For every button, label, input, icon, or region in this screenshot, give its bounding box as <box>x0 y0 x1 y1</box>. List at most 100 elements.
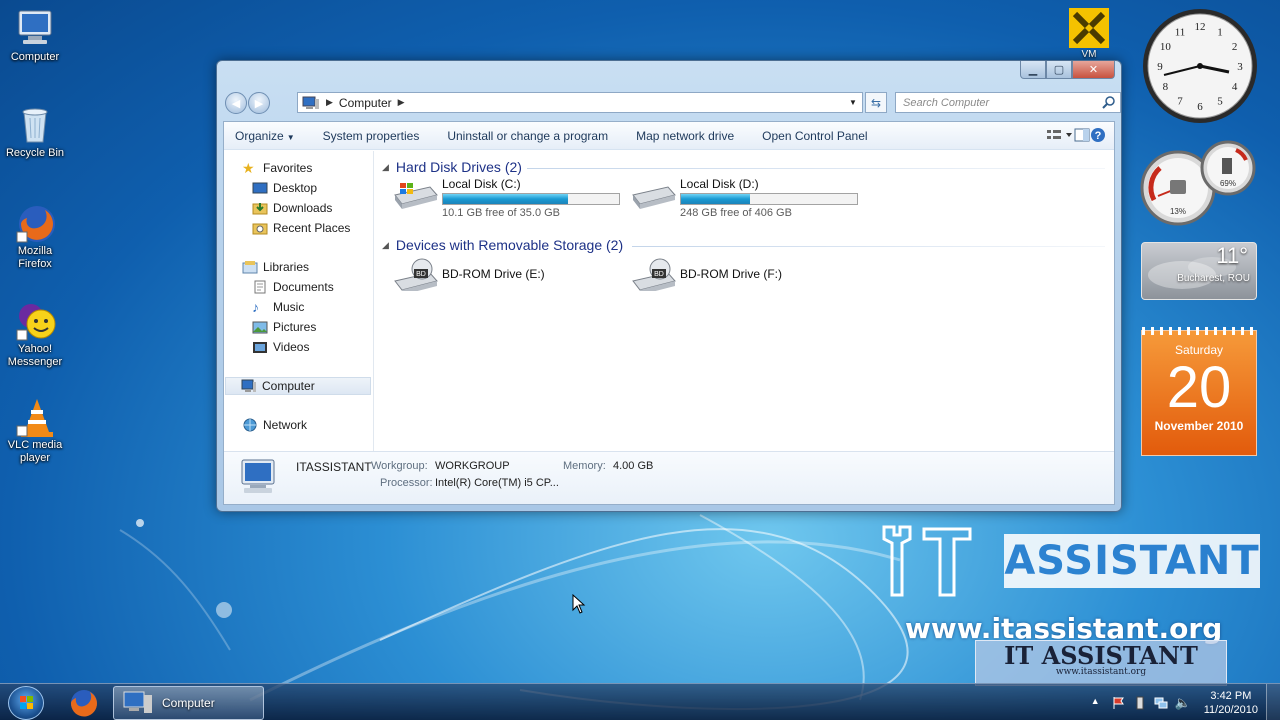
clock-numeral: 5 <box>1217 96 1223 108</box>
yahoo-messenger-icon <box>15 300 56 341</box>
nav-favorites[interactable]: ★ Favorites <box>242 159 312 177</box>
vm-label: VM <box>1081 49 1097 60</box>
map-network-drive-button[interactable]: Map network drive <box>636 129 734 143</box>
taskbar: Computer ▲ 🔈 3:42 PM 11/20/2010 <box>0 683 1280 720</box>
group-divider <box>527 168 1105 169</box>
maximize-button[interactable]: ▢ <box>1046 61 1072 79</box>
desktop-icon-recycle-bin[interactable]: Recycle Bin <box>4 104 66 160</box>
nav-label: Network <box>263 418 308 432</box>
system-clock[interactable]: 3:42 PM 11/20/2010 <box>1204 689 1258 717</box>
clock-numeral: 3 <box>1237 61 1243 73</box>
address-dropdown-icon[interactable]: ▼ <box>844 93 862 112</box>
processor-label: Processor: <box>380 477 433 489</box>
taskbar-task-computer[interactable]: Computer <box>113 686 264 720</box>
explorer-window[interactable]: ▁ ▢ ✕ ◀ ▶ ▶ Computer ▶ ▼ ⇆ Search Comput… <box>216 60 1122 512</box>
drive-item-f[interactable]: BD BD-ROM Drive (F:) <box>630 257 782 291</box>
forward-button[interactable]: ▶ <box>248 92 270 114</box>
organize-button[interactable]: Organize ▼ <box>235 129 295 143</box>
change-view-icon[interactable] <box>1046 128 1074 142</box>
clock-gadget[interactable]: 12 1 2 3 4 5 6 7 8 9 10 11 <box>1140 6 1260 126</box>
desktop-icon-label: Computer <box>10 51 60 63</box>
clock-numeral: 9 <box>1157 61 1163 73</box>
windows-logo-icon <box>20 696 33 709</box>
system-properties-button[interactable]: System properties <box>323 129 420 143</box>
nav-music[interactable]: ♪ Music <box>252 298 304 316</box>
group-header-removable[interactable]: ◢ Devices with Removable Storage (2) <box>382 237 623 253</box>
calendar-gadget[interactable]: Saturday 20 November 2010 <box>1141 327 1257 456</box>
vm-icon[interactable]: VM <box>1066 6 1112 64</box>
bd-badge: BD <box>654 271 664 278</box>
nav-label: Favorites <box>263 161 313 175</box>
show-desktop-button[interactable] <box>1266 684 1280 720</box>
refresh-button[interactable]: ⇆ <box>865 92 887 113</box>
back-button[interactable]: ◀ <box>225 92 247 114</box>
start-button[interactable] <box>8 686 44 720</box>
desktop-icon-computer[interactable]: Computer <box>4 8 66 64</box>
uninstall-program-button[interactable]: Uninstall or change a program <box>447 129 608 143</box>
nav-videos[interactable]: Videos <box>252 338 309 356</box>
collapse-icon[interactable]: ◢ <box>382 162 389 173</box>
nav-label: Pictures <box>273 320 317 334</box>
hard-drive-icon <box>632 186 676 209</box>
nav-pictures[interactable]: Pictures <box>252 318 316 336</box>
network-icon <box>243 418 257 432</box>
desktop-icon-yahoo-messenger[interactable]: Yahoo! Messenger <box>4 300 66 369</box>
nav-documents[interactable]: Documents <box>252 278 334 296</box>
drive-usage-bar <box>680 193 858 205</box>
close-button[interactable]: ✕ <box>1072 61 1115 79</box>
desktop-icon-firefox[interactable]: Mozilla Firefox <box>4 202 66 271</box>
clock-numeral: 2 <box>1232 41 1238 53</box>
svg-text:?: ? <box>1095 130 1102 142</box>
clock-numeral: 7 <box>1177 96 1183 108</box>
taskbar-task-label: Computer <box>162 696 215 710</box>
cpu-meter-dials: 13% 69% <box>1140 140 1256 226</box>
clock-numeral: 6 <box>1197 101 1203 113</box>
nav-recent-places[interactable]: Recent Places <box>252 219 350 237</box>
drive-name: BD-ROM Drive (E:) <box>442 267 545 281</box>
libraries-icon <box>242 261 258 274</box>
nav-label: Recent Places <box>273 221 351 235</box>
clock-numeral: 12 <box>1195 21 1206 33</box>
breadcrumb-computer[interactable]: Computer <box>339 96 392 110</box>
action-center-flag-icon[interactable] <box>1112 696 1126 710</box>
preview-pane-icon[interactable] <box>1074 128 1090 142</box>
group-header-hard-disks[interactable]: ◢ Hard Disk Drives (2) <box>382 159 522 175</box>
cpu-meter-gadget[interactable]: 13% 69% <box>1140 138 1258 228</box>
clock-numeral: 8 <box>1163 81 1169 93</box>
taskbar-firefox[interactable] <box>66 687 102 719</box>
drive-name: BD-ROM Drive (F:) <box>680 267 782 281</box>
computer-icon <box>241 379 256 392</box>
usb-device-icon[interactable] <box>1133 696 1147 710</box>
system-tray: ▲ 🔈 3:42 PM 11/20/2010 <box>1091 684 1280 720</box>
firefox-icon <box>70 690 97 717</box>
open-control-panel-button[interactable]: Open Control Panel <box>762 129 867 143</box>
clock-numeral: 10 <box>1160 41 1172 53</box>
breadcrumb-chevron-icon[interactable]: ▶ <box>398 97 405 108</box>
nav-downloads[interactable]: Downloads <box>252 199 332 217</box>
collapse-icon[interactable]: ◢ <box>382 240 389 251</box>
search-input[interactable]: Search Computer <box>895 92 1121 113</box>
computer-name: ITASSISTANT <box>296 460 372 474</box>
breadcrumb-chevron-icon[interactable]: ▶ <box>326 97 333 108</box>
nav-libraries[interactable]: Libraries <box>242 258 309 276</box>
nav-computer[interactable]: Computer <box>225 377 371 395</box>
drive-item-d[interactable]: Local Disk (D:) 248 GB free of 406 GB <box>630 177 858 219</box>
search-icon[interactable] <box>1102 95 1116 109</box>
nav-label: Videos <box>273 340 310 354</box>
weather-gadget[interactable]: 11° Bucharest, ROU <box>1141 242 1257 300</box>
show-hidden-icons-icon[interactable]: ▲ <box>1091 696 1105 710</box>
minimize-button[interactable]: ▁ <box>1020 61 1046 79</box>
nav-network[interactable]: Network <box>242 416 307 434</box>
calendar-rings <box>1142 327 1256 335</box>
help-icon[interactable]: ? <box>1090 127 1106 143</box>
drive-item-c[interactable]: Local Disk (C:) 10.1 GB free of 35.0 GB <box>392 177 620 219</box>
pictures-icon <box>252 321 268 334</box>
desktop-icon-vlc[interactable]: VLC media player <box>4 396 66 465</box>
volume-icon[interactable]: 🔈 <box>1175 695 1191 710</box>
address-bar[interactable]: ▶ Computer ▶ ▼ <box>297 92 863 113</box>
drive-free-space: 10.1 GB free of 35.0 GB <box>442 207 561 219</box>
nav-desktop[interactable]: Desktop <box>252 179 317 197</box>
drive-item-e[interactable]: BD BD-ROM Drive (E:) <box>392 257 545 291</box>
forward-arrow-icon: ▶ <box>254 97 264 110</box>
network-tray-icon[interactable] <box>1154 696 1168 710</box>
